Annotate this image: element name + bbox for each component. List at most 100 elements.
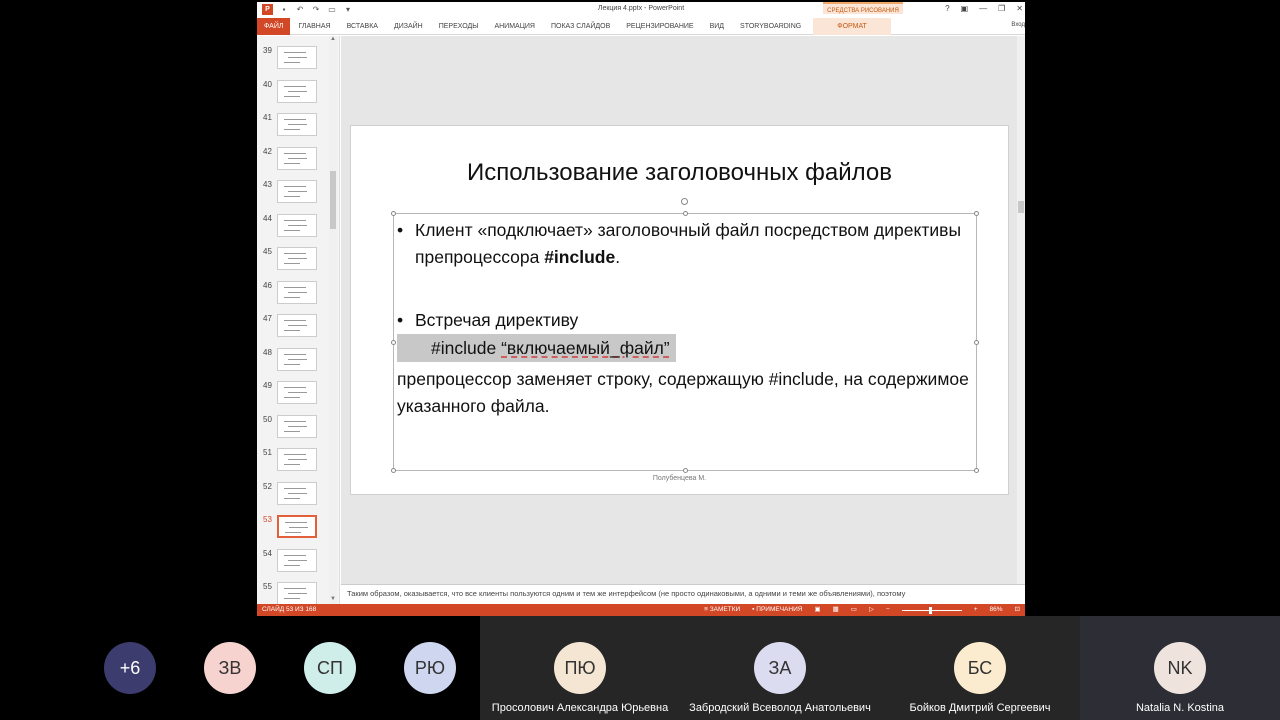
thumbnail-text-line [284, 497, 300, 499]
tab-home[interactable]: ГЛАВНАЯ [290, 18, 338, 35]
thumbnail-text-line [284, 95, 300, 97]
tab-review[interactable]: РЕЦЕНЗИРОВАНИЕ [618, 18, 701, 35]
thumbnail-text-line [288, 492, 307, 494]
slide-thumbnail[interactable]: 55 [257, 582, 333, 604]
participant-tile[interactable]: БС Бойков Дмитрий Сергеевич [880, 616, 1080, 720]
participant-avatar: РЮ [404, 642, 456, 694]
slide-thumbnail[interactable]: 45 [257, 247, 333, 275]
zoom-level[interactable]: 86% [990, 604, 1003, 616]
slide-thumbnail-preview[interactable] [277, 247, 317, 270]
tab-insert[interactable]: ВСТАВКА [339, 18, 386, 35]
slide-thumbnail-preview[interactable] [277, 548, 317, 572]
resize-handle[interactable] [974, 340, 979, 345]
notes-pane[interactable]: Таким образом, оказывается, что все клие… [341, 584, 1025, 604]
slide-sorter-icon[interactable]: ▦ [833, 604, 839, 616]
slide-thumbnail-preview[interactable] [277, 46, 317, 69]
slide-thumbnail-preview[interactable] [277, 515, 317, 538]
tab-animations[interactable]: АНИМАЦИЯ [486, 18, 543, 35]
rotate-handle[interactable] [681, 198, 688, 205]
slide-thumbnail[interactable]: 43 [257, 180, 333, 208]
zoom-in-icon[interactable]: + [974, 604, 978, 616]
slideshow-icon[interactable]: ▷ [869, 604, 874, 616]
slide-thumbnail[interactable]: 39 [257, 46, 333, 74]
slide-thumbnail-preview[interactable] [277, 280, 317, 304]
restore-icon[interactable]: ❐ [998, 4, 1005, 13]
slide-body-text[interactable]: Клиент «подключает» заголовочный файл по… [397, 217, 973, 420]
thumbnail-text-line [284, 320, 306, 321]
participant-tile[interactable]: ПЮ Просолович Александра Юрьевна [480, 616, 680, 720]
slide-thumbnail[interactable]: 40 [257, 79, 333, 108]
slide-thumbnail[interactable]: 41 [257, 113, 333, 141]
slide-thumbnail-preview[interactable] [277, 79, 317, 103]
code-example: #include “включаемый_файл” [397, 334, 676, 362]
zoom-slider-thumb[interactable] [928, 606, 932, 614]
bullet-bold-keyword: #include [544, 247, 616, 267]
slide-thumbnail[interactable]: 50 [257, 414, 333, 443]
thumbnail-text-line [284, 286, 306, 288]
help-icon[interactable]: ? [945, 4, 949, 13]
scroll-up-icon[interactable]: ▲ [329, 36, 337, 44]
thumbnail-text-line [284, 296, 300, 298]
slide-thumbnail[interactable]: 44 [257, 213, 333, 242]
resize-handle[interactable] [391, 340, 396, 345]
slide-thumbnail[interactable]: 53 [257, 515, 333, 543]
zoom-out-icon[interactable]: − [886, 604, 890, 616]
slide-thumbnail-preview[interactable] [277, 448, 317, 471]
thumbnail-text-line [288, 157, 307, 159]
resize-handle[interactable] [683, 468, 688, 473]
slide-thumbnail-number: 49 [263, 381, 272, 390]
slide-thumbnail[interactable]: 54 [257, 548, 333, 577]
notes-button-label: ЗАМЕТКИ [709, 606, 741, 613]
fit-to-window-icon[interactable]: ⊡ [1015, 604, 1020, 616]
slide-thumbnail[interactable]: 46 [257, 280, 333, 309]
notes-button[interactable]: ≡ ЗАМЕТКИ [704, 604, 740, 616]
slide-thumbnail[interactable]: 52 [257, 481, 333, 510]
slide-thumbnail-preview[interactable] [277, 146, 317, 170]
comments-button[interactable]: ▪ ПРИМЕЧАНИЯ [752, 604, 802, 616]
ribbon-display-icon[interactable]: ▣ [961, 4, 969, 13]
reading-view-icon[interactable]: ▭ [851, 604, 857, 616]
normal-view-icon[interactable]: ▣ [814, 604, 820, 616]
editing-scroll-thumb[interactable] [1018, 201, 1024, 213]
tab-format[interactable]: ФОРМАТ [813, 17, 891, 35]
participant-tile[interactable]: NK Natalia N. Kostina [1080, 616, 1280, 720]
slide-thumbnail-preview[interactable] [277, 347, 317, 371]
slide-thumbnail[interactable]: 48 [257, 347, 333, 376]
sign-in-link[interactable]: Вход [1011, 22, 1025, 28]
tab-transitions[interactable]: ПЕРЕХОДЫ [431, 18, 487, 35]
thumbnail-text-line [284, 564, 300, 566]
resize-handle[interactable] [974, 211, 979, 216]
zoom-slider[interactable] [901, 606, 962, 614]
close-icon[interactable]: ✕ [1016, 4, 1023, 13]
editing-scrollbar[interactable] [1017, 36, 1025, 584]
resize-handle[interactable] [391, 468, 396, 473]
slide-thumbnail-number: 51 [263, 448, 272, 457]
slide-thumbnail-number: 40 [263, 79, 272, 89]
slide-title[interactable]: Использование заголовочных файлов [351, 159, 1008, 187]
resize-handle[interactable] [974, 468, 979, 473]
tab-file[interactable]: ФАЙЛ [257, 17, 291, 35]
slide-thumbnail[interactable]: 47 [257, 314, 333, 342]
slide-thumbnail-preview[interactable] [277, 414, 317, 438]
tab-design[interactable]: ДИЗАЙН [386, 18, 431, 35]
slide-thumbnail[interactable]: 49 [257, 381, 333, 409]
slide-thumbnail-preview[interactable] [277, 314, 317, 337]
tab-slide-show[interactable]: ПОКАЗ СЛАЙДОВ [543, 18, 618, 35]
slide-thumbnail-preview[interactable] [277, 381, 317, 404]
slide-thumbnail[interactable]: 42 [257, 146, 333, 175]
slide-thumbnail-preview[interactable] [277, 582, 317, 604]
slide-thumbnail-preview[interactable] [277, 180, 317, 203]
slide-thumbnail-preview[interactable] [277, 113, 317, 136]
bullet-text: Клиент «подключает» заголовочный файл по… [415, 220, 962, 267]
resize-handle[interactable] [391, 211, 396, 216]
participant-tile[interactable]: ЗА Забродский Всеволод Анатольевич [680, 616, 880, 720]
resize-handle[interactable] [683, 211, 688, 216]
slide-thumbnail[interactable]: 51 [257, 448, 333, 476]
tab-storyboarding[interactable]: STORYBOARDING [732, 18, 809, 35]
slide-thumbnail-preview[interactable] [277, 481, 317, 505]
slide-thumbnail-preview[interactable] [277, 213, 317, 237]
tab-view[interactable]: ВИД [702, 18, 732, 35]
minimize-icon[interactable]: — [979, 4, 987, 13]
slide-canvas[interactable]: Использование заголовочных файлов Клиент… [350, 125, 1009, 495]
thumbnail-text-line [284, 196, 300, 197]
